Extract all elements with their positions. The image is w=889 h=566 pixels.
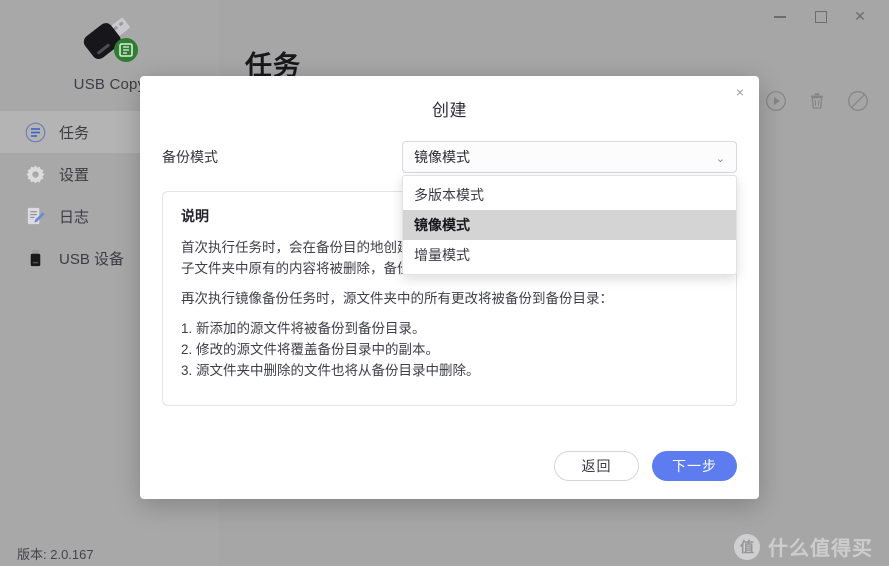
log-edit-icon (24, 205, 46, 227)
description-list-item: 3. 源文件夹中删除的文件也将从备份目录中删除。 (181, 363, 480, 378)
watermark-text: 什么值得买 (768, 538, 873, 560)
watermark-badge-icon: 值 (734, 533, 760, 560)
backup-mode-select[interactable]: 镜像模式 ⌃ (402, 141, 737, 173)
chevron-up-icon: ⌃ (715, 150, 725, 163)
backup-mode-select-wrapper: 镜像模式 ⌃ 多版本模式 镜像模式 增量模式 (402, 141, 737, 275)
watermark: 值 什么值得买 (734, 532, 873, 561)
run-icon[interactable] (763, 88, 789, 114)
sidebar-item-label: 设置 (59, 166, 90, 184)
next-button[interactable]: 下一步 (652, 451, 737, 481)
back-button[interactable]: 返回 (554, 451, 639, 481)
option-incremental[interactable]: 增量模式 (403, 240, 736, 270)
close-icon[interactable]: × (731, 83, 749, 101)
sidebar-item-label: USB 设备 (59, 250, 125, 268)
backup-mode-dropdown: 多版本模式 镜像模式 增量模式 (402, 175, 737, 275)
backup-mode-selected-value: 镜像模式 (414, 149, 470, 165)
option-multi-version[interactable]: 多版本模式 (403, 180, 736, 210)
dialog-title: 创建 (432, 101, 467, 120)
description-list-item: 1. 新添加的源文件将被备份到备份目录。 (181, 321, 426, 336)
usb-copy-logo-icon (73, 12, 147, 70)
sidebar-item-label: 任务 (59, 124, 90, 142)
backup-mode-label: 备份模式 (162, 149, 218, 165)
usb-device-icon (24, 247, 46, 269)
description-list-item: 2. 修改的源文件将覆盖备份目录中的副本。 (181, 342, 440, 357)
option-mirror[interactable]: 镜像模式 (403, 210, 736, 240)
version-label: 版本: 2.0.167 (17, 547, 94, 562)
tasks-icon (24, 121, 46, 143)
disable-icon[interactable] (845, 88, 871, 114)
task-toolbar (763, 88, 871, 114)
description-paragraph: 再次执行镜像备份任务时，源文件夹中的所有更改将被备份到备份目录： (181, 291, 613, 306)
gear-icon (24, 163, 46, 185)
dialog-footer: 返回 下一步 (554, 451, 737, 481)
delete-icon[interactable] (804, 88, 830, 114)
application-window: ✕ USB Copy 任务 设置 日志 USB 设备 任务 版本: 2.0.16… (0, 0, 889, 566)
sidebar-item-label: 日志 (59, 208, 90, 226)
backup-mode-field: 备份模式 镜像模式 ⌃ 多版本模式 镜像模式 增量模式 (140, 141, 759, 275)
create-task-dialog: × 创建 备份模式 镜像模式 ⌃ 多版本模式 镜像模式 增量模式 说明 首次执行… (140, 76, 759, 499)
